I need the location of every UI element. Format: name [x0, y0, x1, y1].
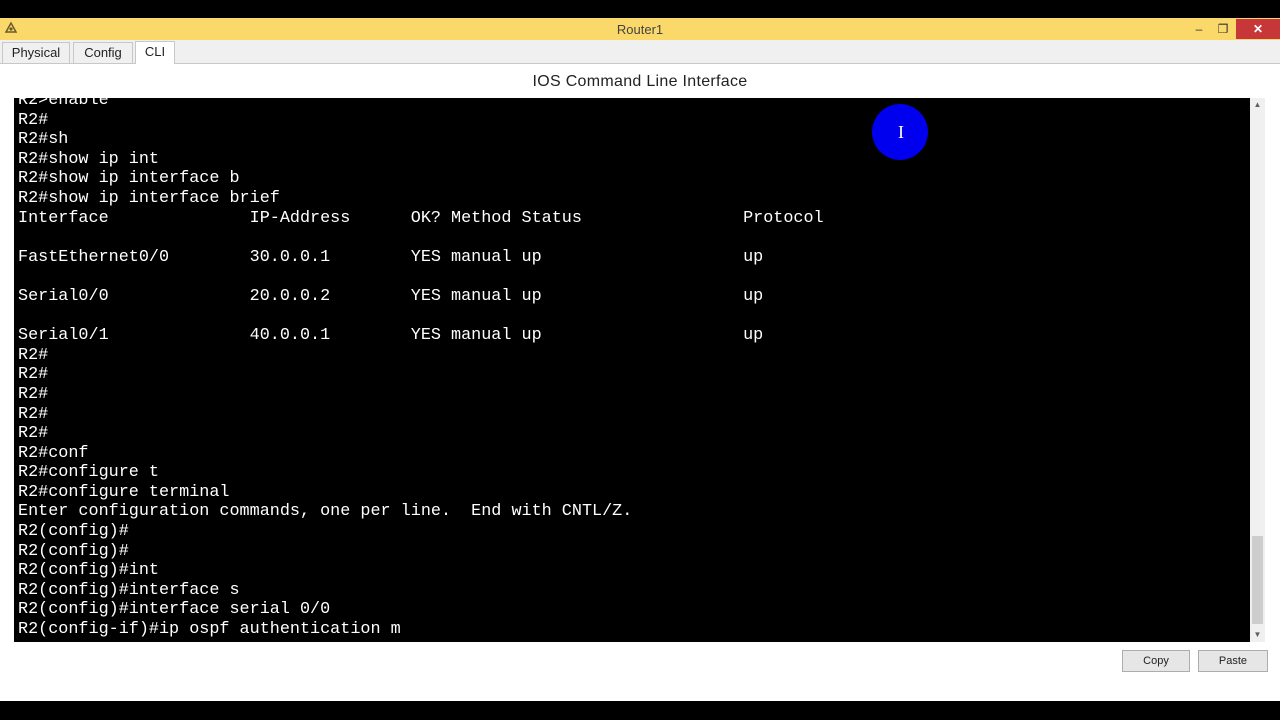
terminal-line: R2#configure t — [18, 463, 159, 483]
close-button[interactable]: ✕ — [1236, 19, 1280, 39]
terminal-line: Serial0/0 20.0.0.2 YES manual up up — [18, 286, 764, 306]
copy-button[interactable]: Copy — [1122, 650, 1190, 672]
scroll-down-icon[interactable]: ▼ — [1250, 628, 1265, 642]
terminal-line: FastEthernet0/0 30.0.0.1 YES manual up u… — [18, 247, 764, 267]
terminal-line: R2#show ip int — [18, 149, 159, 169]
terminal-line: R2#show ip interface b — [18, 169, 240, 189]
terminal-line: Serial0/1 40.0.0.1 YES manual up up — [18, 326, 764, 346]
title-bar[interactable]: Router1 – ❐ ✕ — [0, 18, 1280, 40]
terminal-line: R2>enable — [18, 98, 109, 110]
window-title: Router1 — [616, 22, 664, 37]
terminal-scrollbar[interactable]: ▲ ▼ — [1250, 98, 1265, 642]
tab-config[interactable]: Config — [73, 42, 133, 63]
terminal-line: R2(config)#int — [18, 561, 159, 581]
terminal-line: R2(config)#interface serial 0/0 — [18, 600, 331, 620]
router-window: Router1 – ❐ ✕ Physical Config CLI IOS Co… — [0, 18, 1280, 701]
scroll-up-icon[interactable]: ▲ — [1250, 98, 1265, 112]
text-cursor-icon: I — [898, 122, 904, 142]
tab-bar: Physical Config CLI — [0, 40, 1280, 64]
terminal-line: R2#sh — [18, 130, 69, 150]
restore-button[interactable]: ❐ — [1210, 19, 1236, 39]
cli-heading: IOS Command Line Interface — [532, 73, 748, 90]
terminal-line: R2# — [18, 384, 49, 404]
scroll-thumb[interactable] — [1252, 536, 1263, 624]
terminal-line: R2# — [18, 424, 49, 444]
terminal-line: R2# — [18, 110, 49, 130]
terminal-line: R2#configure terminal — [18, 482, 230, 502]
tab-cli[interactable]: CLI — [135, 41, 175, 64]
terminal-console[interactable]: R2>enable R2# R2#sh R2#show ip int R2#show i… — [14, 98, 1250, 642]
terminal-line: R2(config)# — [18, 522, 129, 542]
terminal-line: Interface IP-Address OK? Method Status P… — [18, 208, 824, 228]
tab-physical[interactable]: Physical — [2, 42, 70, 63]
paste-button[interactable]: Paste — [1198, 650, 1268, 672]
terminal-line: R2(config)# — [18, 541, 129, 561]
terminal-output: R2>enable R2# R2#sh R2#show ip int R2#show i… — [18, 98, 824, 640]
terminal-line: R2# — [18, 365, 49, 385]
screen-bottom-edge — [0, 701, 1280, 720]
terminal-line: R2# — [18, 345, 49, 365]
cli-panel: IOS Command Line Interface R2>enable R2# R… — [0, 64, 1280, 701]
minimize-button[interactable]: – — [1186, 19, 1212, 39]
terminal-line: R2(config)#interface s — [18, 580, 240, 600]
terminal-line: R2# — [18, 404, 49, 424]
terminal-line: R2#show ip interface brief — [18, 188, 280, 208]
terminal-line: Enter configuration commands, one per li… — [18, 502, 633, 522]
terminal-line: R2#conf — [18, 443, 89, 463]
terminal-line: R2(config-if)#ip ospf authentication m — [18, 620, 401, 640]
